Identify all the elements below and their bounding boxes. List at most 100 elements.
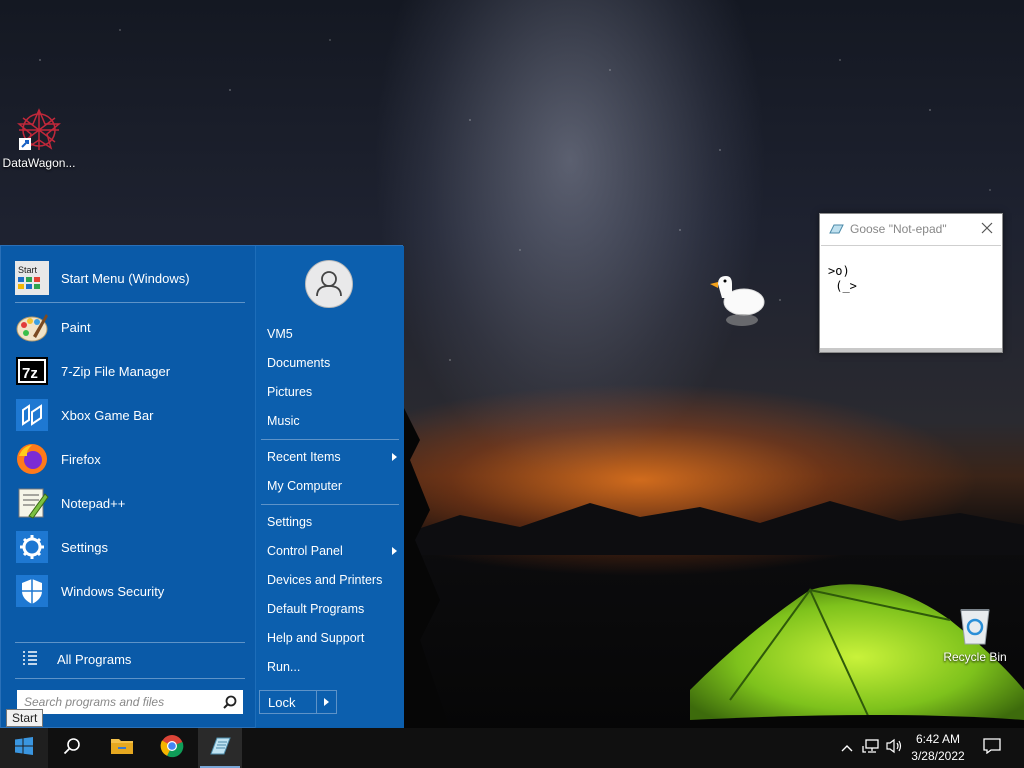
program-item-paint[interactable]: Paint xyxy=(15,307,245,347)
places-item-default-programs[interactable]: Default Programs xyxy=(267,598,397,620)
places-label: Default Programs xyxy=(267,602,365,616)
start-menu-header-label: Start Menu (Windows) xyxy=(61,270,190,286)
lock-label: Lock xyxy=(268,694,296,710)
notepadpp-icon xyxy=(15,486,49,520)
start-logo-text: Start xyxy=(18,265,38,275)
tree-silhouette xyxy=(400,400,450,730)
notepad-line-2: (_> xyxy=(828,279,857,293)
program-label: Firefox xyxy=(61,451,101,467)
program-item-7zip[interactable]: 7z 7-Zip File Manager xyxy=(15,351,245,391)
places-label: Run... xyxy=(267,660,301,674)
start-menu: Start Start Menu (Windows) Paint 7z 7-Zi… xyxy=(0,245,404,729)
places-label: Documents xyxy=(267,356,331,370)
window-bottom-bar xyxy=(820,348,1002,352)
program-label: Paint xyxy=(61,319,91,335)
desktop-icon-label: DataWagon... xyxy=(2,156,76,170)
taskbar: 6:42 AM 3/28/2022 xyxy=(0,728,1024,768)
places-item-documents[interactable]: Documents xyxy=(267,352,397,374)
close-icon[interactable] xyxy=(980,221,994,235)
desktop-icon-label: Recycle Bin xyxy=(943,650,1007,664)
search-icon[interactable] xyxy=(223,695,237,712)
action-center-button[interactable] xyxy=(978,728,1006,768)
chevron-up-icon xyxy=(841,739,853,757)
program-item-windows-security[interactable]: Windows Security xyxy=(15,571,245,611)
notepad-icon xyxy=(208,735,232,762)
places-label: VM5 xyxy=(267,327,293,341)
user-avatar[interactable] xyxy=(305,260,353,308)
start-menu-header-item[interactable]: Start Start Menu (Windows) xyxy=(15,258,245,298)
notification-icon xyxy=(983,737,1001,759)
shield-icon xyxy=(15,574,49,608)
firefox-icon xyxy=(15,442,49,476)
notepad-line-1: >o) xyxy=(828,264,850,278)
places-item-run[interactable]: Run... xyxy=(267,656,397,678)
places-item-help-and-support[interactable]: Help and Support xyxy=(267,627,397,649)
program-item-settings[interactable]: Settings xyxy=(15,527,245,567)
separator xyxy=(261,504,399,505)
program-item-notepadpp[interactable]: Notepad++ xyxy=(15,483,245,523)
folder-icon xyxy=(110,736,134,761)
windows-logo-icon xyxy=(15,736,33,760)
speaker-icon xyxy=(886,738,904,759)
clock-time: 6:42 AM xyxy=(915,732,961,746)
volume-button[interactable] xyxy=(884,728,906,768)
notepad-button[interactable] xyxy=(198,728,242,768)
chrome-button[interactable] xyxy=(148,728,196,768)
program-item-xbox-game-bar[interactable]: Xbox Game Bar xyxy=(15,395,245,435)
chrome-icon xyxy=(160,734,184,763)
search-icon xyxy=(63,737,81,760)
network-icon xyxy=(862,738,880,759)
notepad-text-area[interactable]: >o) (_> xyxy=(821,245,1001,348)
notepad-icon xyxy=(828,223,844,235)
goose-notepad-window[interactable]: Goose "Not-epad" >o) (_> xyxy=(819,213,1003,353)
program-label: Settings xyxy=(61,539,108,555)
places-label: Control Panel xyxy=(267,544,343,558)
desktop-icon-datawagon[interactable]: DataWagon... xyxy=(0,108,78,170)
places-item-user[interactable]: VM5 xyxy=(267,323,397,345)
chevron-right-icon xyxy=(392,547,397,555)
program-item-firefox[interactable]: Firefox xyxy=(15,439,245,479)
window-titlebar[interactable]: Goose "Not-epad" xyxy=(820,214,1002,244)
places-label: Settings xyxy=(267,515,313,529)
places-label: Music xyxy=(267,414,300,428)
search-input[interactable]: Search programs and files xyxy=(17,690,243,714)
start-menu-programs-pane: Start Start Menu (Windows) Paint 7z 7-Zi… xyxy=(1,246,255,729)
network-button[interactable] xyxy=(860,728,882,768)
places-item-settings[interactable]: Settings xyxy=(267,511,397,533)
search-placeholder: Search programs and files xyxy=(24,695,165,709)
places-item-recent-items[interactable]: Recent Items xyxy=(267,446,397,468)
tooltip-text: Start xyxy=(12,711,38,725)
7zip-icon: 7z xyxy=(15,354,49,388)
file-explorer-button[interactable] xyxy=(98,728,146,768)
search-button[interactable] xyxy=(48,728,96,768)
program-label: Windows Security xyxy=(61,583,165,599)
separator xyxy=(15,302,245,303)
places-item-music[interactable]: Music xyxy=(267,410,397,432)
recycle-bin-icon xyxy=(953,602,997,646)
places-item-devices-and-printers[interactable]: Devices and Printers xyxy=(267,569,397,591)
clock-date: 3/28/2022 xyxy=(911,749,965,763)
all-programs-label: All Programs xyxy=(57,651,132,667)
start-menu-logo-icon: Start xyxy=(15,261,49,295)
mountain-silhouette xyxy=(400,501,1024,555)
datawagon-icon xyxy=(16,108,62,152)
places-item-my-computer[interactable]: My Computer xyxy=(267,475,397,497)
places-item-pictures[interactable]: Pictures xyxy=(267,381,397,403)
paint-icon xyxy=(15,310,49,344)
lock-options-arrow[interactable] xyxy=(316,691,336,713)
settings-gear-icon xyxy=(15,530,49,564)
places-label: Pictures xyxy=(267,385,313,399)
start-menu-places-pane: VM5 Documents Pictures Music Recent Item… xyxy=(255,246,404,729)
lock-button[interactable]: Lock xyxy=(259,690,337,714)
all-programs-item[interactable]: All Programs xyxy=(15,642,245,676)
show-hidden-icons-button[interactable] xyxy=(838,728,856,768)
desktop-icon-recycle-bin[interactable]: Recycle Bin xyxy=(936,602,1014,664)
start-tooltip: Start xyxy=(6,709,44,727)
taskbar-clock[interactable]: 6:42 AM 3/28/2022 xyxy=(906,731,970,765)
start-button[interactable] xyxy=(0,728,48,768)
goose-sprite[interactable] xyxy=(708,272,768,332)
places-label: My Computer xyxy=(267,479,343,493)
places-item-control-panel[interactable]: Control Panel xyxy=(267,540,397,562)
chevron-right-icon xyxy=(392,453,397,461)
list-icon xyxy=(21,649,41,669)
